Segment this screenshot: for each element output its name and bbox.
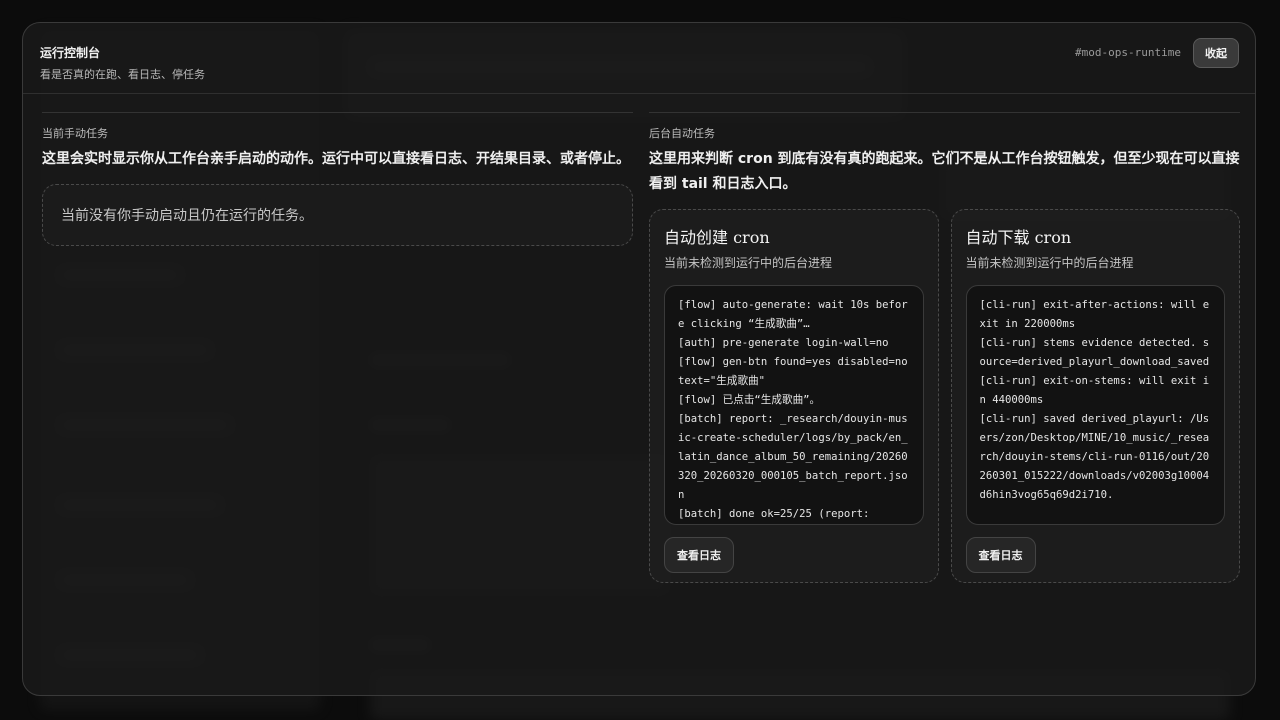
log-line: [auth] pre-generate login-wall=no xyxy=(678,337,889,349)
collapse-button[interactable]: 收起 xyxy=(1193,38,1239,68)
manual-tasks-section: 当前手动任务 这里会实时显示你从工作台亲手启动的动作。运行中可以直接看日志、开结… xyxy=(42,112,633,246)
cron-cards: 自动创建 cron 当前未检测到运行中的后台进程 [flow] auto-gen… xyxy=(649,209,1240,583)
cron-card-status: 当前未检测到运行中的后台进程 xyxy=(664,256,833,270)
view-log-button[interactable]: 查看日志 xyxy=(664,537,734,573)
cron-card-title: 自动下载 cron xyxy=(965,228,1072,247)
log-line: [cli-run] stems evidence detected. sourc… xyxy=(979,337,1210,368)
log-line: [batch] report: _research/douyin-music-c… xyxy=(678,413,908,501)
manual-empty-state: 当前没有你手动启动且仍在运行的任务。 xyxy=(42,184,633,246)
background-tasks-section: 后台自动任务 这里用来判断 cron 到底有没有真的跑起来。它们不是从工作台按钮… xyxy=(649,112,1240,583)
log-line: [flow] 已点击“生成歌曲”。 xyxy=(678,394,821,406)
manual-section-description: 这里会实时显示你从工作台亲手启动的动作。运行中可以直接看日志、开结果目录、或者停… xyxy=(42,151,630,167)
panel-title: 运行控制台 xyxy=(40,46,101,60)
cron-card-status: 当前未检测到运行中的后台进程 xyxy=(965,256,1134,270)
cron-card-title: 自动创建 cron xyxy=(664,228,770,247)
log-line: [cli-run] exit-on-stems: will exit in 44… xyxy=(979,375,1210,406)
log-line: [flow] auto-generate: wait 10s before cl… xyxy=(678,299,908,330)
cron-card-create: 自动创建 cron 当前未检测到运行中的后台进程 [flow] auto-gen… xyxy=(649,209,939,583)
background-section-label: 后台自动任务 xyxy=(649,127,715,140)
runtime-console-panel: 运行控制台 看是否真的在跑、看日志、停任务 #mod-ops-runtime 收… xyxy=(22,22,1256,696)
log-line: [flow] gen-btn found=yes disabled=no tex… xyxy=(678,356,914,387)
panel-subtitle: 看是否真的在跑、看日志、停任务 xyxy=(40,68,205,81)
view-log-button[interactable]: 查看日志 xyxy=(965,537,1036,573)
log-tail[interactable]: [cli-run] exit-after-actions: will exit … xyxy=(965,285,1225,525)
log-line: [cli-run] saved derived_playurl: /Users/… xyxy=(979,413,1210,501)
log-line: [cli-run] exit-after-actions: will exit … xyxy=(979,299,1210,330)
cron-card-download: 自动下载 cron 当前未检测到运行中的后台进程 [cli-run] exit-… xyxy=(950,209,1240,583)
manual-section-label: 当前手动任务 xyxy=(42,127,108,140)
background-section-description: 这里用来判断 cron 到底有没有真的跑起来。它们不是从工作台按钮触发，但至少现… xyxy=(649,151,1240,192)
panel-header: 运行控制台 看是否真的在跑、看日志、停任务 #mod-ops-runtime 收… xyxy=(23,23,1255,94)
log-tail[interactable]: [flow] auto-generate: wait 10s before cl… xyxy=(664,285,924,525)
panel-id-tag: #mod-ops-runtime xyxy=(1075,46,1181,59)
log-line: [batch] done ok=25/25 (report: xyxy=(678,508,870,520)
